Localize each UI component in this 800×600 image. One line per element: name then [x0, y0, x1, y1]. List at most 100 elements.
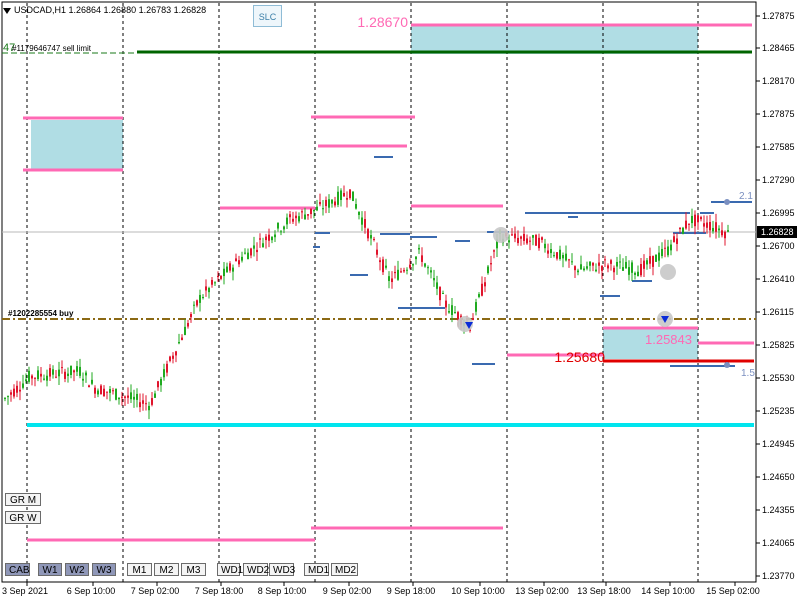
candle-body [508, 240, 510, 243]
candle-body [292, 218, 294, 222]
timeframe-button-w2[interactable]: W2 [65, 563, 89, 576]
dot-marker [724, 199, 730, 205]
candle-body [121, 396, 123, 398]
candle-body [592, 262, 594, 266]
time-tick-label: 9 Sep 02:00 [323, 586, 372, 596]
candle-body [52, 369, 54, 375]
candle-body [436, 282, 438, 289]
price-tick-label: 1.23770 [762, 571, 795, 581]
symbol-info: USDCAD,H1 1.26864 1.26880 1.26783 1.2682… [3, 5, 206, 15]
candle-body [97, 390, 99, 395]
candle-body [187, 323, 189, 327]
candle-body [256, 249, 258, 253]
timeframe-button-cab[interactable]: CAB [5, 563, 30, 576]
candle-body [715, 222, 717, 232]
slc-button[interactable]: SLC [253, 5, 282, 27]
timeframe-button-m3[interactable]: M3 [181, 563, 206, 576]
candle-body [157, 381, 159, 388]
candle-body [229, 263, 231, 271]
candle-body [76, 366, 78, 372]
timeframe-button-m2[interactable]: M2 [154, 563, 179, 576]
candle-body [34, 377, 36, 379]
timeframe-button-wd1[interactable]: WD1 [217, 563, 243, 576]
candle-body [184, 326, 186, 335]
candle-body [661, 248, 663, 257]
price-tick-label: 1.24945 [762, 439, 795, 449]
candle-body [271, 237, 273, 241]
candle-body [727, 230, 729, 232]
candle-body [358, 211, 360, 215]
candle-body [40, 373, 42, 377]
candle-body [658, 252, 660, 261]
candle-body [64, 371, 66, 379]
candle-body [700, 217, 702, 220]
candle-body [646, 260, 648, 265]
candle-body [355, 204, 357, 209]
candle-body [577, 270, 579, 273]
candle-body [133, 396, 135, 400]
candle-body [166, 363, 168, 373]
candle-body [262, 243, 264, 248]
candle-body [535, 234, 537, 246]
candle-body [136, 393, 138, 400]
candle-body [22, 383, 24, 388]
timeframe-button-wd2[interactable]: WD2 [243, 563, 269, 576]
gr-m-button[interactable]: GR M [5, 493, 41, 506]
price-chart[interactable]: 1.27875 1.28465 1.28170 1.27875 1.27585 1.272… [0, 0, 800, 600]
candle-body [481, 283, 483, 296]
candle-body [154, 393, 156, 398]
gr-w-button[interactable]: GR W [5, 511, 41, 524]
candle-body [259, 238, 261, 240]
timeframe-button-md1[interactable]: MD1 [304, 563, 329, 576]
candle-body [415, 256, 417, 260]
candle-body [574, 266, 576, 271]
timeframe-button-md2[interactable]: MD2 [331, 563, 358, 576]
candle-body [517, 237, 519, 244]
candle-body [79, 366, 81, 376]
candle-body [280, 231, 282, 233]
price-tick-label: 1.26410 [762, 274, 795, 284]
candle-body [334, 201, 336, 206]
candle-body [373, 238, 375, 240]
candle-body [352, 191, 354, 201]
candle-body [622, 267, 624, 271]
candle-body [670, 244, 672, 251]
candle-body [709, 221, 711, 231]
candle-body [583, 268, 585, 271]
candle-body [250, 248, 252, 256]
candle-body [529, 240, 531, 242]
collapse-triangle-icon[interactable] [3, 7, 11, 14]
candle-body [307, 214, 309, 216]
candle-body [118, 397, 120, 400]
time-tick-label: 6 Sep 10:00 [67, 586, 116, 596]
timeframe-button-wd3[interactable]: WD3 [269, 563, 295, 576]
candle-body [202, 297, 204, 299]
candle-body [391, 278, 393, 283]
candle-body [589, 261, 591, 266]
timeframe-button-w3[interactable]: W3 [92, 563, 116, 576]
candle-body [586, 266, 588, 269]
candle-body [409, 264, 411, 268]
candle-body [601, 265, 603, 271]
trade-circle-marker [493, 227, 509, 243]
candle-body [340, 190, 342, 200]
time-tick-label: 9 Sep 18:00 [387, 586, 436, 596]
candle-body [343, 193, 345, 197]
candle-body [73, 370, 75, 373]
candle-body [379, 260, 381, 263]
candle-body [94, 387, 96, 394]
candle-body [172, 355, 174, 359]
zone-price-red: 1.25680 [554, 349, 605, 365]
candle-body [235, 258, 237, 262]
candle-body [640, 264, 642, 276]
timeframe-button-m1[interactable]: M1 [127, 563, 152, 576]
candle-body [595, 269, 597, 272]
candle-body [487, 266, 489, 274]
candle-body [424, 263, 426, 267]
candle-body [148, 405, 150, 411]
candle-body [712, 227, 714, 232]
candle-body [283, 226, 285, 230]
candle-body [679, 227, 681, 230]
candle-body [421, 255, 423, 262]
timeframe-button-w1[interactable]: W1 [38, 563, 62, 576]
